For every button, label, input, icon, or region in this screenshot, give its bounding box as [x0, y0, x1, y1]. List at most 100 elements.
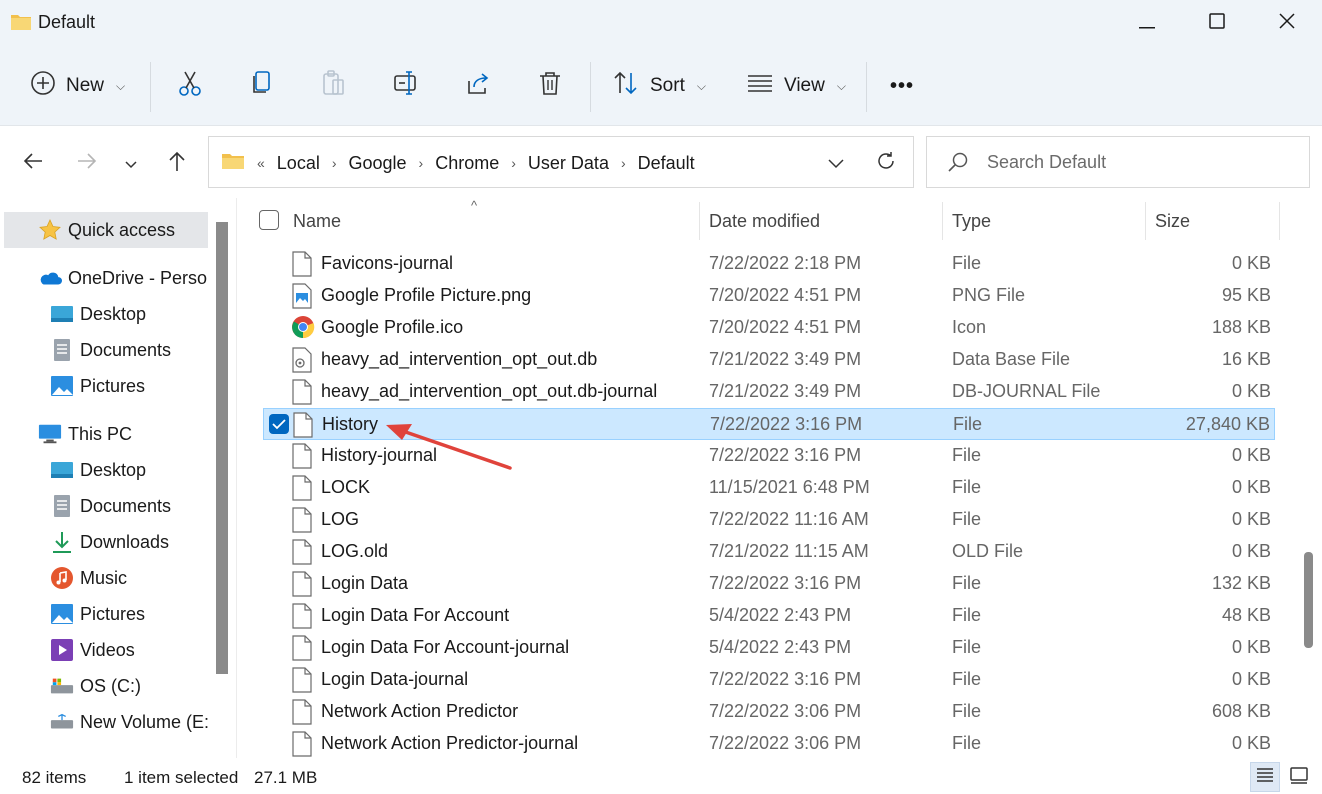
paste-icon [320, 69, 348, 103]
sidebar-scrollbar[interactable] [216, 222, 228, 674]
file-type: File [952, 573, 982, 593]
chevron-right-icon[interactable]: › [413, 155, 430, 171]
file-row[interactable]: LOG 7/22/2022 11:16 AM File 0 KB [263, 504, 1275, 536]
sidebar-scroll-thumb[interactable] [216, 222, 228, 674]
file-row[interactable]: Google Profile Picture.png 7/20/2022 4:51… [263, 280, 1275, 312]
column-date-modified[interactable]: Date modified [709, 211, 820, 232]
details-view-button[interactable] [1250, 762, 1280, 792]
selection-size: 27.1 MB [254, 768, 318, 787]
sidebar-item-pictures[interactable]: Pictures [4, 368, 208, 404]
details-view-icon [1255, 766, 1275, 789]
file-icon [291, 699, 315, 725]
file-row[interactable]: Login Data For Account 5/4/2022 2:43 PM Fi… [263, 600, 1275, 632]
file-date-modified: 7/22/2022 3:06 PM [709, 733, 862, 753]
file-row[interactable]: Login Data For Account-journal 5/4/2022 2… [263, 632, 1275, 664]
music-icon [50, 566, 74, 590]
column-divider[interactable] [699, 202, 700, 240]
column-type[interactable]: Type [952, 211, 991, 232]
sidebar-item-this-pc[interactable]: This PC [4, 416, 208, 452]
file-row[interactable]: Network Action Predictor-journal 7/22/202… [263, 728, 1275, 758]
back-button[interactable] [16, 146, 50, 180]
file-row[interactable]: heavy_ad_intervention_opt_out.db-journal… [263, 376, 1275, 408]
sidebar-item-documents[interactable]: Documents [4, 332, 208, 368]
column-divider[interactable] [942, 202, 943, 240]
column-name[interactable]: Name [293, 211, 341, 232]
view-list-icon [746, 69, 774, 103]
address-bar[interactable]: « Local › Google › Chrome › User Data › … [208, 136, 914, 188]
file-row[interactable]: Network Action Predictor 7/22/2022 3:06 P… [263, 696, 1275, 728]
breadcrumb-default[interactable]: Default [632, 153, 701, 174]
file-row[interactable]: Favicons-journal 7/22/2022 2:18 PM File 0 K… [263, 248, 1275, 280]
breadcrumb-user-data[interactable]: User Data [522, 153, 615, 174]
file-row[interactable]: History-journal 7/22/2022 3:16 PM File 0 KB [263, 440, 1275, 472]
select-all-checkbox[interactable] [259, 210, 279, 230]
forward-button[interactable] [70, 146, 104, 180]
new-button[interactable]: New ⌵ [30, 66, 125, 106]
sidebar-item-documents-pc[interactable]: Documents [4, 488, 208, 524]
file-row[interactable]: Google Profile.ico 7/20/2022 4:51 PM Icon 1… [263, 312, 1275, 344]
file-row[interactable]: History 7/22/2022 3:16 PM File 27,840 KB [263, 408, 1275, 440]
sort-ascending-icon: ^ [471, 198, 478, 213]
sidebar-item-label: Quick access [68, 219, 176, 240]
rename-button[interactable] [392, 66, 420, 106]
more-options-button[interactable]: ••• [890, 66, 914, 106]
file-name: History-journal [321, 445, 438, 465]
sort-button[interactable]: Sort ⌵ [612, 66, 706, 106]
maximize-button[interactable] [1182, 0, 1252, 46]
sidebar-item-quick-access[interactable]: Quick access [4, 212, 208, 248]
close-button[interactable] [1252, 0, 1322, 46]
file-row[interactable]: Login Data 7/22/2022 3:16 PM File 132 KB [263, 568, 1275, 600]
sidebar-item-music[interactable]: Music [4, 560, 208, 596]
file-list-scroll-thumb[interactable] [1304, 552, 1313, 648]
file-type: File [952, 733, 982, 753]
address-dropdown-icon[interactable] [827, 153, 845, 174]
sidebar-item-onedrive[interactable]: OneDrive - Personal [4, 260, 208, 296]
tiles-view-button[interactable] [1284, 762, 1314, 792]
videos-icon [50, 638, 74, 662]
column-divider[interactable] [1279, 202, 1280, 240]
file-date-modified: 5/4/2022 2:43 PM [709, 637, 852, 657]
row-checkbox[interactable] [269, 414, 289, 434]
file-size: 132 KB [1211, 573, 1271, 593]
file-list-scrollbar[interactable] [1302, 200, 1314, 756]
minimize-button[interactable] [1112, 0, 1182, 46]
file-row[interactable]: LOG.old 7/21/2022 11:15 AM OLD File 0 KB [263, 536, 1275, 568]
breadcrumb-chrome[interactable]: Chrome [429, 153, 505, 174]
sidebar-item-desktop[interactable]: Desktop [4, 296, 208, 332]
chevron-right-icon[interactable]: › [615, 155, 632, 171]
breadcrumb-google[interactable]: Google [343, 153, 413, 174]
share-button[interactable] [464, 66, 492, 106]
paste-button[interactable] [320, 66, 348, 106]
chevron-down-icon [124, 153, 138, 174]
delete-button[interactable] [536, 66, 564, 106]
file-row[interactable]: Login Data-journal 7/22/2022 3:16 PM File 0… [263, 664, 1275, 696]
breadcrumb-local[interactable]: Local [271, 153, 326, 174]
file-date-modified: 7/21/2022 11:15 AM [709, 541, 869, 561]
up-button[interactable] [160, 146, 194, 180]
copy-button[interactable] [248, 66, 276, 106]
recent-locations-button[interactable] [114, 146, 148, 180]
toolbar-divider [590, 62, 591, 112]
breadcrumb-overflow[interactable]: « [251, 155, 271, 171]
column-size[interactable]: Size [1155, 211, 1190, 232]
chevron-right-icon[interactable]: › [505, 155, 522, 171]
plus-circle-icon [30, 70, 56, 102]
view-button[interactable]: View ⌵ [746, 66, 846, 106]
sidebar-item-desktop-pc[interactable]: Desktop [4, 452, 208, 488]
sidebar-item-new-volume-e[interactable]: New Volume (E:) [4, 704, 208, 740]
file-row[interactable]: heavy_ad_intervention_opt_out.db 7/21/202… [263, 344, 1275, 376]
column-divider[interactable] [1145, 202, 1146, 240]
file-name: Login Data-journal [321, 669, 469, 689]
sidebar-item-pictures-pc[interactable]: Pictures [4, 596, 208, 632]
search-input[interactable]: Search Default [926, 136, 1310, 188]
sidebar-item-os-c[interactable]: OS (C:) [4, 668, 208, 704]
chevron-right-icon[interactable]: › [326, 155, 343, 171]
file-row[interactable]: LOCK 11/15/2021 6:48 PM File 0 KB [263, 472, 1275, 504]
item-count: 82 items [22, 768, 87, 787]
sidebar-item-videos[interactable]: Videos [4, 632, 208, 668]
sidebar-item-downloads[interactable]: Downloads [4, 524, 208, 560]
file-type: File [952, 253, 982, 273]
cut-button[interactable] [176, 66, 204, 106]
refresh-icon[interactable] [875, 150, 897, 177]
sidebar-item-label: OS (C:) [80, 675, 141, 696]
